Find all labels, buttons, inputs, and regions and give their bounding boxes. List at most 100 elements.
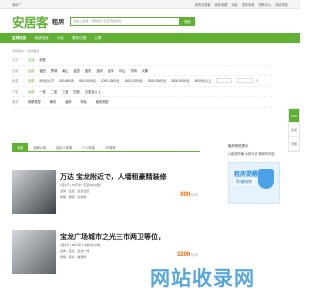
tab-personal[interactable]: 个人房源 [77, 143, 100, 151]
filter-option[interactable]: 2000-3000元 [148, 78, 166, 83]
rail-back-to-top[interactable]: 顶部 [289, 137, 299, 151]
filter-option[interactable]: 光明 [130, 68, 136, 73]
filter-label: 方式 [12, 58, 19, 63]
rail-app[interactable]: APP [289, 109, 299, 123]
filter-option[interactable]: 全部 [28, 78, 34, 83]
watermark: 网站收录网 [150, 266, 255, 290]
listing-price: 3200元/月 [177, 252, 198, 258]
filter-option[interactable]: 三室 [62, 89, 68, 94]
price-value: 3200 [176, 252, 191, 258]
filter-option[interactable]: 宝安 [85, 68, 91, 73]
sidebar-title: 租房风险提示 [228, 144, 249, 148]
nav-item-metro[interactable]: 地铁找房 [34, 36, 48, 41]
filter-option[interactable]: 盐田 [74, 68, 80, 73]
filter-option[interactable]: 龙岗 [96, 68, 102, 73]
topbar-link-help[interactable]: 帮助中心 [259, 2, 272, 7]
topbar-link-favorites[interactable]: 我的收藏 [215, 2, 228, 7]
filter-option[interactable]: 大鹏 [142, 68, 148, 73]
filter-row-rent: 租金 全部 500元以下 500-800元 800-1000元 1000-150… [12, 76, 272, 87]
filter-option[interactable]: 500-800元 [59, 78, 74, 83]
banner-caption: 租房提醒 [234, 172, 259, 178]
listing-photo[interactable] [12, 170, 56, 214]
dropdown-orientation[interactable]: 朝向 [50, 99, 56, 104]
sidebar-notice[interactable]: 以租房防骗 大部分请 期间有可能 [228, 151, 280, 156]
dropdown-features[interactable]: 特色 [81, 99, 87, 104]
listing-address[interactable]: 龙岗 - 宝龙 - 宝龙社区 [60, 189, 89, 193]
site-header: 安居客 租房 请输入区域、商圈或小区名开始找房 搜索 [0, 9, 300, 33]
filter-option[interactable]: 全部 [28, 68, 34, 73]
filter-option[interactable]: 500元以下 [39, 78, 54, 83]
listing-meta: 3室2厅 | 88平米 | 中层(共32层) [60, 243, 101, 247]
filter-option[interactable]: 800-1000元 [79, 78, 96, 83]
filter-option[interactable]: 1500-2000元 [124, 78, 142, 83]
filter-label: 更多 [12, 100, 19, 105]
rent-min-input[interactable] [216, 78, 233, 84]
search-input[interactable]: 请输入区域、商圈或小区名开始找房 [70, 16, 181, 26]
filter-option[interactable]: 一室 [39, 89, 45, 94]
filter-option[interactable]: 区域 [28, 57, 34, 62]
section-title: 租房 [52, 18, 65, 26]
price-unit: 元/月 [190, 193, 198, 197]
tab-vr[interactable]: VR看房 [100, 143, 121, 151]
filter-label: 户型 [12, 89, 19, 94]
filter-option[interactable]: 龙华 [108, 68, 114, 73]
price-unit: 元/月 [190, 253, 198, 257]
dropdown-house-type[interactable]: 房屋类型 [28, 99, 41, 104]
listing-photo[interactable] [12, 230, 56, 274]
listing-tags: 整租 · 朝南 · 近地铁 [60, 195, 87, 199]
listing-title[interactable]: 万达 宝龙附近で，人墙租豪精装修 [60, 172, 202, 182]
tab-agent[interactable]: 经纪人房源 [51, 143, 77, 151]
top-utility-bar: 深圳 ▾ 我的安居客 我的收藏 消息 发布房源 帮助中心 网站导航 [0, 0, 300, 9]
rail-feedback[interactable]: 反馈 [289, 123, 299, 137]
filter-option[interactable]: 二室 [51, 89, 57, 94]
topbar-link-messages[interactable]: 消息 [231, 2, 237, 7]
filter-option[interactable]: 坪山 [119, 68, 125, 73]
listing-tabs: 全部 品牌公寓 经纪人房源 个人房源 VR看房 [12, 143, 200, 152]
list-item[interactable]: 万达 宝龙附近で，人墙租豪精装修 1室1厅 | 35平米 | 高层(共20层) … [12, 170, 202, 220]
listing-title[interactable]: 宝龙广场城市之光三市两卫等位， [60, 232, 202, 242]
tab-brand-apartment[interactable]: 品牌公寓 [28, 143, 51, 151]
topbar-link-sitemap[interactable]: 网站导航 [275, 2, 288, 7]
listing-tags: 整租 · 南北 · 精装修 [60, 255, 87, 259]
listing-address[interactable]: 龙岗 - 宝龙 - 宝龙广场 [60, 249, 89, 253]
filter-option[interactable]: 五室及以上 [85, 89, 101, 94]
filter-panel: 方式 区域 地铁 区域 全部 福田 罗湖 南山 盐田 宝安 龙岗 龙华 坪山 光… [12, 55, 272, 108]
topbar-link-my-account[interactable]: 我的安居客 [195, 2, 211, 7]
filter-option[interactable]: 福田 [39, 68, 45, 73]
filter-label: 租金 [12, 79, 19, 84]
filter-label: 区域 [12, 68, 19, 73]
nav-item-region[interactable]: 区域找房 [12, 36, 26, 41]
filter-row-region: 区域 全部 福田 罗湖 南山 盐田 宝安 龙岗 龙华 坪山 光明 大鹏 [12, 66, 272, 76]
nav-item-community[interactable]: 小区 [57, 36, 64, 41]
rent-unit: 元 [255, 79, 259, 84]
filter-option[interactable]: 1000-1500元 [101, 78, 119, 83]
price-value: 900 [180, 192, 191, 198]
shield-icon [258, 169, 274, 189]
dropdown-rent-type[interactable]: 租房类型 [96, 99, 109, 104]
breadcrumb[interactable]: 深圳租房 > 深圳租房 [12, 49, 39, 53]
listing-price: 900元/月 [180, 192, 198, 198]
filter-option[interactable]: 四室 [74, 89, 80, 94]
site-logo[interactable]: 安居客 [12, 12, 49, 31]
rent-max-input[interactable] [237, 78, 254, 84]
filter-option[interactable]: 3000-5000元 [171, 78, 189, 83]
filter-option[interactable]: 地铁 [39, 57, 45, 62]
nav-item-daily[interactable]: 看房日报 [72, 36, 86, 41]
main-nav: 区域找房 地铁找房 小区 看房日报 公寓 [0, 33, 300, 43]
chevron-down-icon: ▾ [19, 2, 21, 6]
city-label: 深圳 [12, 2, 19, 7]
filter-option[interactable]: 罗湖 [51, 68, 57, 73]
dropdown-decoration[interactable]: 装修 [65, 99, 71, 104]
listing-meta: 1室1厅 | 35平米 | 高层(共20层) [60, 183, 101, 187]
risk-notice-banner[interactable]: 租房提醒 防骗指南 [228, 162, 280, 204]
topbar-link-post[interactable]: 发布房源 [242, 2, 255, 7]
search-button[interactable]: 搜索 [179, 16, 196, 26]
filter-option[interactable]: 全部 [28, 89, 34, 94]
filter-row-rooms: 户型 全部 一室 二室 三室 四室 五室及以上 [12, 87, 272, 97]
nav-item-apartment[interactable]: 公寓 [94, 36, 101, 41]
filter-option[interactable]: 5000元以上 [195, 78, 212, 83]
tab-all[interactable]: 全部 [12, 143, 29, 151]
city-switcher[interactable]: 深圳 ▾ [12, 2, 21, 7]
filter-option[interactable]: 南山 [62, 68, 68, 73]
banner-subcaption: 防骗指南 [234, 179, 254, 185]
